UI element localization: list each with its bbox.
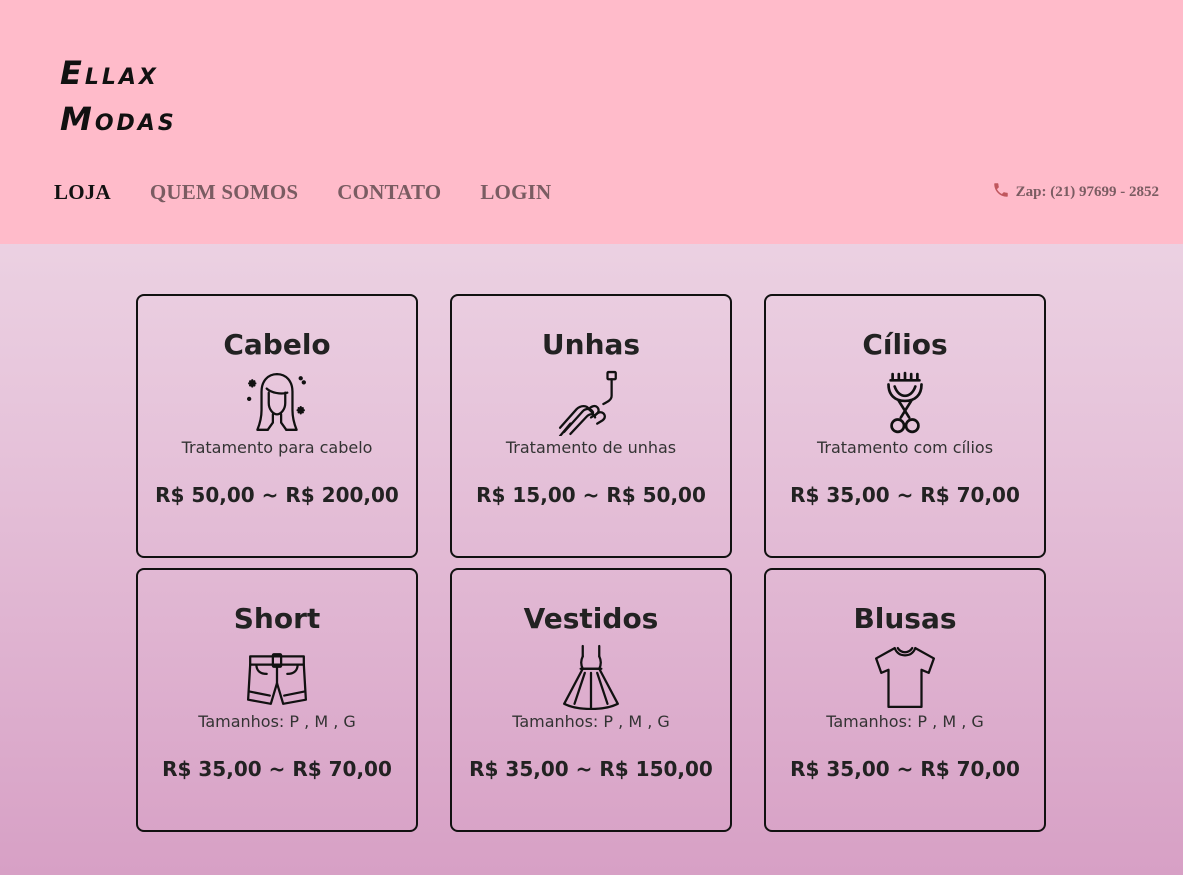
card-price: R$ 50,00 ~ R$ 200,00 — [155, 483, 399, 507]
card-blusas[interactable]: Blusas Tamanhos: P , M , G R$ 35,00 ~ R$… — [764, 568, 1046, 832]
card-cabelo[interactable]: Cabelo Tratamento para cabelo R$ 50,00 ~… — [136, 294, 418, 558]
phone-icon — [992, 181, 1010, 204]
card-description: Tratamento com cílios — [816, 438, 994, 457]
services-grid: Cabelo Tratamento para cabelo R$ 50,00 ~… — [136, 294, 1046, 832]
tshirt-icon — [872, 644, 938, 710]
card-price: R$ 35,00 ~ R$ 150,00 — [469, 757, 713, 781]
nav-item-loja[interactable]: LOJA — [54, 177, 111, 207]
card-vestidos[interactable]: Vestidos Tamanhos: P , M , G R$ 35,00 ~ … — [450, 568, 732, 832]
nails-icon — [558, 370, 624, 438]
eyelash-curler-icon — [872, 370, 938, 436]
card-description: Tratamento de unhas — [505, 438, 677, 457]
brand-line-1: Ellax — [60, 54, 159, 92]
card-short[interactable]: Short Tamanhos: P , M , G R$ 35,00 ~ R$ … — [136, 568, 418, 832]
main-nav: LOJA QUEM SOMOS CONTATO LOGIN — [54, 177, 551, 207]
card-title: Cabelo — [223, 328, 331, 361]
card-title: Unhas — [541, 328, 641, 361]
nav-item-login[interactable]: LOGIN — [480, 177, 551, 207]
card-title: Short — [233, 602, 321, 635]
card-title: Cílios — [862, 328, 948, 361]
card-title: Vestidos — [523, 602, 659, 635]
whatsapp-contact[interactable]: Zap: (21) 97699 - 2852 — [992, 181, 1159, 204]
card-price: R$ 35,00 ~ R$ 70,00 — [790, 757, 1020, 781]
brand-logo[interactable]: Ellax Modas — [60, 50, 177, 142]
nav-item-contato[interactable]: CONTATO — [337, 177, 441, 207]
card-price: R$ 35,00 ~ R$ 70,00 — [790, 483, 1020, 507]
hair-icon — [244, 370, 310, 436]
card-cilios[interactable]: Cílios Tratamento com cílios R$ 35,00 ~ … — [764, 294, 1046, 558]
card-price: R$ 15,00 ~ R$ 50,00 — [476, 483, 706, 507]
card-description: Tratamento para cabelo — [181, 438, 373, 457]
card-title: Blusas — [853, 602, 957, 635]
nav-item-quem-somos[interactable]: QUEM SOMOS — [150, 177, 298, 207]
dress-icon — [558, 644, 624, 711]
card-description: Tamanhos: P , M , G — [198, 712, 356, 731]
zap-number: Zap: (21) 97699 - 2852 — [1015, 184, 1159, 200]
site-header: Ellax Modas LOJA QUEM SOMOS CONTATO LOGI… — [0, 0, 1183, 244]
shorts-icon — [244, 644, 310, 710]
card-unhas[interactable]: Unhas Tratamento de unhas R$ 15,00 ~ R$ … — [450, 294, 732, 558]
card-price: R$ 35,00 ~ R$ 70,00 — [162, 757, 392, 781]
brand-line-2: Modas — [60, 100, 177, 138]
card-description: Tamanhos: P , M , G — [512, 712, 670, 731]
card-description: Tamanhos: P , M , G — [826, 712, 984, 731]
